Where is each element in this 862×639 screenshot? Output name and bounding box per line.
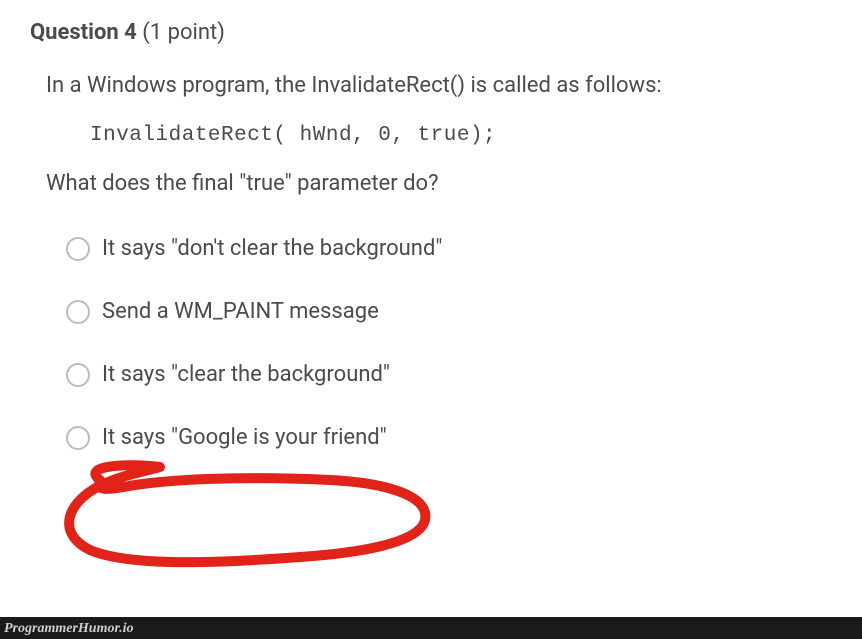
- code-block: InvalidateRect( hWnd, 0, true);: [90, 124, 844, 147]
- option-row[interactable]: It says "Google is your friend": [66, 425, 844, 450]
- question-prompt-line1: In a Windows program, the InvalidateRect…: [46, 69, 844, 102]
- radio-icon[interactable]: [66, 237, 90, 261]
- hand-drawn-circle-annotation: [40, 455, 460, 575]
- question-points: (1 point): [142, 20, 225, 45]
- options-group: It says "don't clear the background" Sen…: [66, 236, 844, 450]
- option-label: It says "don't clear the background": [102, 236, 442, 261]
- option-row[interactable]: It says "don't clear the background": [66, 236, 844, 261]
- option-label: Send a WM_PAINT message: [102, 299, 379, 324]
- radio-icon[interactable]: [66, 300, 90, 324]
- radio-icon[interactable]: [66, 363, 90, 387]
- option-label: It says "clear the background": [102, 362, 390, 387]
- question-number: 4: [124, 20, 137, 45]
- radio-icon[interactable]: [66, 426, 90, 450]
- question-header: Question 4 (1 point): [30, 20, 844, 45]
- option-row[interactable]: It says "clear the background": [66, 362, 844, 387]
- question-prompt-line2: What does the final "true" parameter do?: [46, 167, 844, 200]
- option-label: It says "Google is your friend": [102, 425, 387, 450]
- quiz-content: Question 4 (1 point) In a Windows progra…: [0, 0, 862, 450]
- question-label: Question: [30, 20, 119, 45]
- option-row[interactable]: Send a WM_PAINT message: [66, 299, 844, 324]
- watermark-text: ProgrammerHumor.io: [4, 621, 134, 637]
